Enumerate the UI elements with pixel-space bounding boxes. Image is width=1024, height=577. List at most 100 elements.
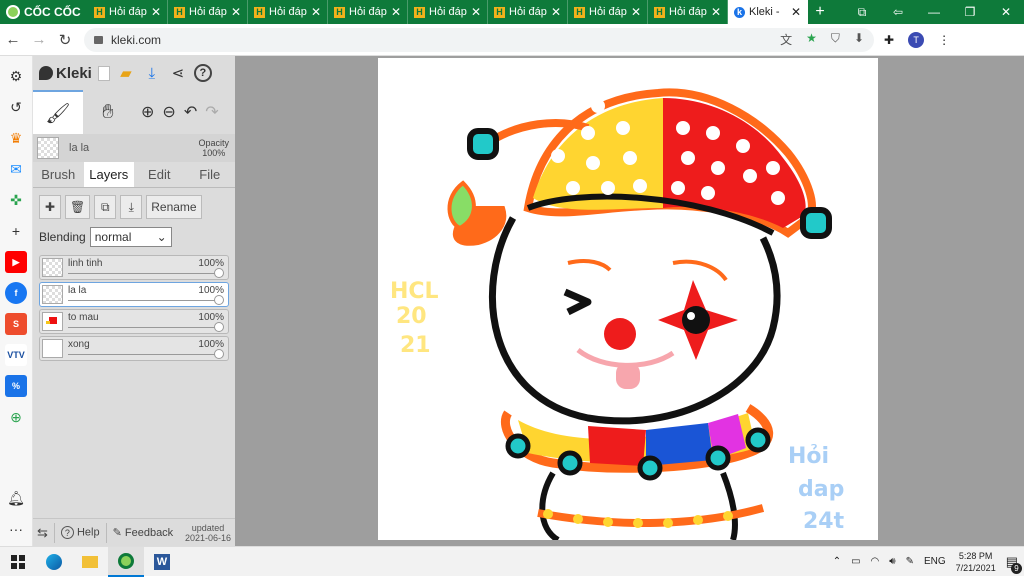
kleki-logo[interactable]: Kleki (39, 65, 92, 82)
url-field[interactable]: kleki.com 文 ★ ⛉ ⬇ (84, 27, 874, 52)
coccoc-map-icon[interactable]: ⊕ (5, 406, 27, 428)
browser-tab[interactable]: H Hỏi đáp ✕ (328, 0, 408, 24)
close-tab-icon[interactable]: ✕ (711, 5, 721, 19)
layer-row[interactable]: xong 100% (39, 336, 229, 361)
browser-tab[interactable]: H Hỏi đáp ✕ (408, 0, 488, 24)
merge-down-button[interactable]: ⤓ (120, 195, 143, 219)
browser-tab[interactable]: H Hỏi đáp ✕ (488, 0, 568, 24)
extensions-icon[interactable]: ✚ (884, 33, 894, 47)
notifications-bell-icon[interactable]: 🔔︎ (5, 487, 27, 509)
close-tab-icon[interactable]: ✕ (151, 5, 161, 19)
back-icon[interactable]: ← (0, 31, 26, 48)
layer-opacity-slider[interactable] (68, 273, 220, 274)
coccoc-taskbar-icon[interactable] (108, 546, 144, 577)
rename-layer-button[interactable]: Rename (146, 195, 202, 219)
tab-layers[interactable]: Layers (83, 162, 134, 187)
language-indicator[interactable]: ENG (924, 556, 946, 567)
coccoc-brand[interactable]: CỐC CỐC (0, 0, 88, 24)
game-controller-icon[interactable]: ✜ (5, 189, 27, 211)
layer-row-selected[interactable]: la la 100% (39, 282, 229, 307)
profile-avatar[interactable]: T (908, 31, 925, 48)
windows-start-icon[interactable] (0, 547, 36, 577)
add-shortcut-icon[interactable]: + (5, 220, 27, 242)
add-layer-button[interactable]: ✚ (39, 195, 61, 219)
browser-tab[interactable]: H Hỏi đáp ✕ (168, 0, 248, 24)
opacity-readout[interactable]: Opacity 100% (198, 138, 229, 158)
help-circle-icon[interactable]: ? (193, 64, 212, 82)
close-tab-icon[interactable]: ✕ (471, 5, 481, 19)
tab-file[interactable]: File (185, 162, 236, 187)
tab-edit[interactable]: Edit (134, 162, 185, 187)
close-tab-icon[interactable]: ✕ (791, 5, 801, 19)
shield-icon[interactable]: ⛉ (831, 31, 840, 48)
redo-icon[interactable]: ↷ (205, 102, 218, 122)
battery-icon[interactable]: ▭ (851, 556, 860, 567)
screenshot-icon[interactable]: ⧉ (844, 0, 880, 24)
slider-knob[interactable] (214, 322, 224, 332)
duplicate-layer-button[interactable]: ⧉ (94, 195, 117, 219)
layer-row[interactable]: to mau 100% (39, 309, 229, 334)
menu-icon[interactable]: ⋮ (938, 33, 950, 47)
minimize-icon[interactable]: — (916, 0, 952, 24)
drawing-canvas[interactable]: HCL 20 21 Hỏi dap 24t (378, 58, 878, 540)
clock[interactable]: 5:28 PM 7/21/2021 (956, 550, 996, 574)
shopee-icon[interactable]: S (5, 313, 27, 335)
file-explorer-icon[interactable] (72, 547, 108, 577)
browser-tab[interactable]: H Hỏi đáp ✕ (568, 0, 648, 24)
pen-icon[interactable]: ✎ (906, 556, 914, 567)
zoom-out-icon[interactable]: ⊖ (162, 102, 175, 122)
crown-icon[interactable]: ♛ (5, 127, 27, 149)
translate-icon[interactable]: 文 (780, 31, 792, 48)
youtube-icon[interactable]: ▶ (5, 251, 27, 273)
close-tab-icon[interactable]: ✕ (551, 5, 561, 19)
settings-icon[interactable]: ⚙ (5, 65, 27, 87)
brush-tool-button[interactable]: 🖌︎ (33, 90, 83, 134)
layer-opacity-slider[interactable] (68, 300, 220, 301)
layer-row[interactable]: linh tinh 100% (39, 255, 229, 280)
sale-icon[interactable]: % (5, 375, 27, 397)
browser-tab[interactable]: H Hỏi đáp ✕ (248, 0, 328, 24)
layer-opacity-slider[interactable] (68, 354, 220, 355)
zoom-in-icon[interactable]: ⊕ (141, 102, 154, 122)
download-icon[interactable]: ⬇ (854, 31, 864, 48)
delete-layer-button[interactable]: 🗑︎ (65, 195, 91, 219)
restore-icon[interactable]: ❐ (952, 0, 988, 24)
close-tab-icon[interactable]: ✕ (231, 5, 241, 19)
save-download-icon[interactable]: ⤓ (142, 63, 162, 83)
volume-icon[interactable]: 🔊︎ (889, 556, 895, 567)
slider-knob[interactable] (214, 295, 224, 305)
back-arrow-icon[interactable]: ⇦ (880, 0, 916, 24)
share-icon[interactable]: ⋖ (168, 63, 188, 83)
hand-tool-button[interactable]: ✋︎ (83, 90, 133, 134)
new-image-icon[interactable] (97, 65, 110, 81)
notification-center[interactable]: ▤ 9 (1006, 554, 1022, 574)
layer-opacity-slider[interactable] (68, 327, 220, 328)
browser-tab[interactable]: H Hỏi đáp ✕ (648, 0, 728, 24)
messenger-icon[interactable]: ✉ (5, 158, 27, 180)
bookmark-star-icon[interactable]: ★ (806, 31, 817, 48)
close-tab-icon[interactable]: ✕ (391, 5, 401, 19)
undo-icon[interactable]: ↶ (184, 102, 197, 122)
word-icon[interactable]: W (144, 547, 180, 577)
help-link[interactable]: ? Help (60, 526, 100, 539)
browser-tab-active[interactable]: k Kleki - ✕ (728, 0, 808, 24)
browser-tab[interactable]: H Hỏi đáp ✕ (88, 0, 168, 24)
reload-icon[interactable]: ↻ (52, 31, 78, 49)
swap-side-icon[interactable]: ⇆ (37, 525, 48, 541)
blending-select[interactable]: normal ⌄ (89, 227, 172, 247)
forward-icon[interactable]: → (26, 31, 52, 48)
wifi-icon[interactable]: ◠ (871, 556, 880, 567)
edge-icon[interactable] (36, 547, 72, 577)
history-icon[interactable]: ↺ (5, 96, 27, 118)
slider-knob[interactable] (214, 268, 224, 278)
new-tab-button[interactable]: + (808, 0, 832, 24)
vtv-icon[interactable]: VTV (5, 344, 27, 366)
open-folder-icon[interactable]: ▰ (116, 63, 136, 83)
feedback-link[interactable]: ✎ Feedback (113, 526, 174, 539)
slider-knob[interactable] (214, 349, 224, 359)
close-window-icon[interactable]: ✕ (988, 0, 1024, 24)
close-tab-icon[interactable]: ✕ (631, 5, 641, 19)
close-tab-icon[interactable]: ✕ (311, 5, 321, 19)
canvas-stage[interactable]: HCL 20 21 Hỏi dap 24t (235, 56, 1024, 546)
tab-brush[interactable]: Brush (33, 162, 84, 187)
